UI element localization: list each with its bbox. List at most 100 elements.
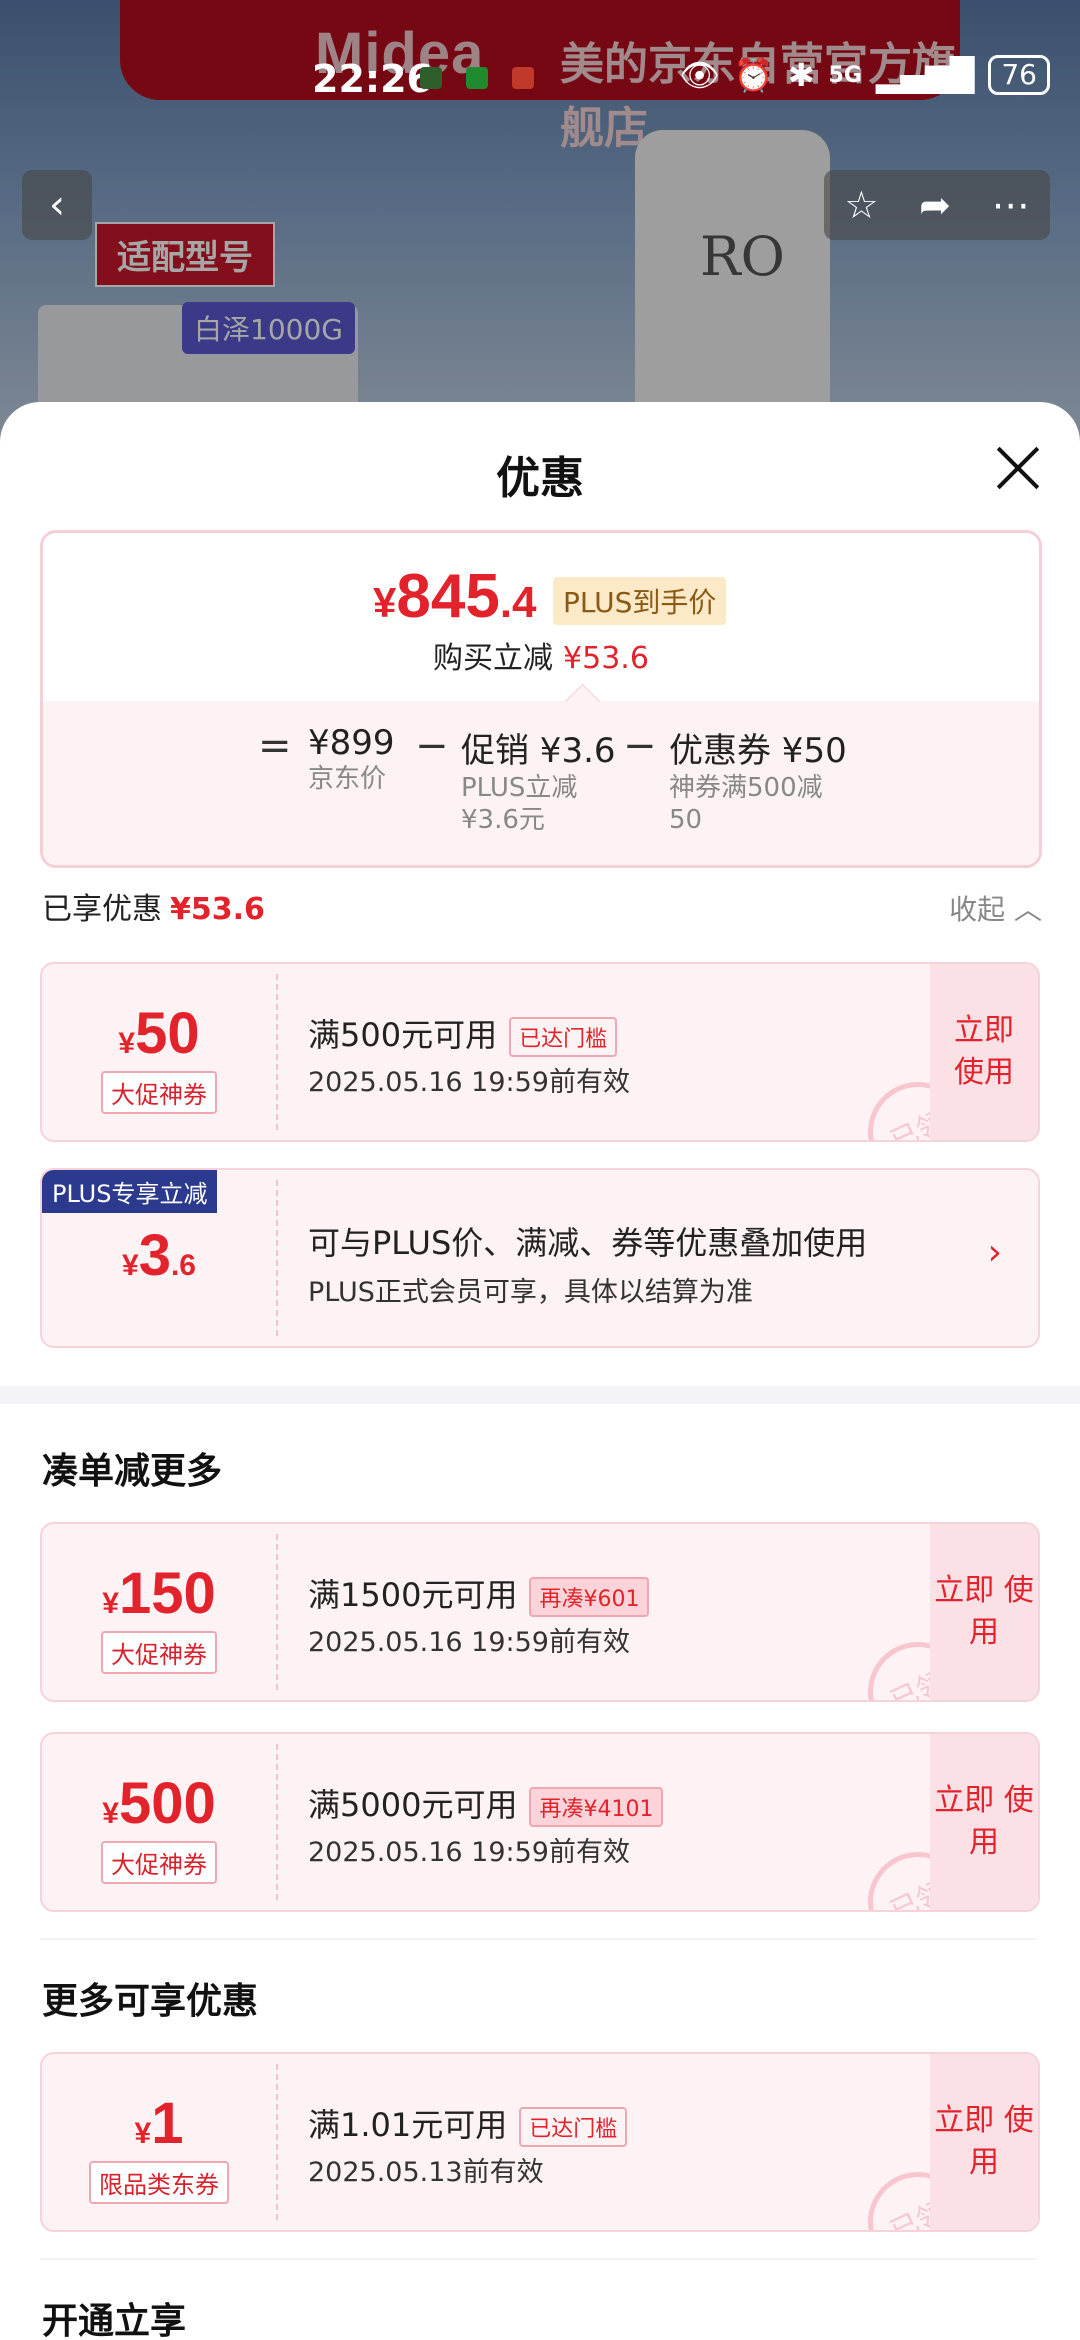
coupon-currency: ¥: [134, 2117, 152, 2150]
minus-sign: −: [415, 723, 449, 769]
coupon-type: 大促神券: [101, 1841, 217, 1884]
chevron-left-icon: ‹: [49, 182, 65, 228]
share-icon[interactable]: ➦: [919, 183, 951, 227]
close-icon[interactable]: [994, 444, 1042, 492]
enjoyed-amount: ¥53.6: [170, 892, 265, 927]
coupon-divider: [276, 1180, 278, 1336]
coupon-divider: [276, 1744, 278, 1900]
promo-value: 促销 ¥3.6: [461, 731, 616, 771]
top-action-group: ☆ ➦ ⋯: [824, 170, 1050, 240]
coupon-type: 大促神券: [101, 1631, 217, 1674]
coupon-currency: ¥: [102, 1797, 119, 1830]
section-title-more: 凑单减更多: [42, 1451, 223, 1492]
bluetooth-icon: ✱: [787, 56, 815, 94]
promo-item: 促销 ¥3.6 PLUS立减 ¥3.6元: [461, 723, 616, 836]
coupon-status-tag: 已达门槛: [519, 2107, 628, 2147]
price-decimal: .4: [499, 578, 537, 627]
coupon-condition: 满500元可用 已达门槛: [308, 1010, 618, 1057]
coupon-card: ¥1 限品类东券 满1.01元可用 已达门槛 2025.05.13前有效 已领 立…: [40, 2052, 1040, 2232]
jd-price-label: 京东价: [308, 764, 387, 794]
coupon-type: 大促神券: [101, 1071, 217, 1114]
status-time: 22:26: [312, 57, 433, 101]
final-price: ¥845.4: [373, 561, 537, 632]
coupon-divider: [276, 974, 278, 1130]
use-now-button[interactable]: 立即 使用: [930, 964, 1038, 1140]
collapse-button[interactable]: 收起 ︿: [949, 888, 1042, 928]
coupon-condition-text: 满1500元可用: [308, 1576, 518, 1614]
price-currency: ¥: [373, 579, 397, 626]
jd-price-item: ¥899 京东价: [308, 723, 395, 795]
eye-icon: 👁: [679, 56, 720, 94]
coupon-condition-text: 满5000元可用: [308, 1786, 518, 1824]
plus-currency: ¥: [122, 1249, 139, 1282]
plus-discount-card[interactable]: PLUS专享立减 ¥3.6 可与PLUS价、满减、券等优惠叠加使用 PLUS正式…: [40, 1168, 1040, 1348]
coupon-card: ¥150 大促神券 满1500元可用 再凑¥601 2025.05.16 19:5…: [40, 1522, 1040, 1702]
plus-amount-area: ¥3.6: [42, 1170, 276, 1346]
coupon-validity: 2025.05.16 19:59前有效: [308, 1067, 630, 1098]
coupon-condition: 满5000元可用 再凑¥4101: [308, 1780, 664, 1827]
chevron-right-icon: ›: [987, 1232, 1002, 1273]
coupon-amount-area: ¥150 大促神券: [42, 1524, 276, 1700]
jd-price-value: ¥899: [308, 723, 395, 763]
coupon-currency: ¥: [118, 1027, 136, 1060]
battery-indicator: 76: [988, 55, 1050, 95]
alarm-icon: ⏰: [733, 56, 774, 94]
coupon-amount: ¥500: [42, 1770, 276, 1837]
plus-integer: 3: [138, 1223, 171, 1288]
use-now-button[interactable]: 立即 使用: [930, 1734, 1038, 1910]
more-icon[interactable]: ⋯: [992, 183, 1030, 227]
coupon-condition-text: 满500元可用: [308, 1016, 498, 1054]
chevron-up-icon: ︿: [1013, 893, 1042, 926]
coupon-validity: 2025.05.16 19:59前有效: [308, 1837, 630, 1868]
coupon-status-tag: 再凑¥4101: [529, 1787, 664, 1827]
coupon-validity: 2025.05.13前有效: [308, 2157, 544, 2188]
coupon-card: ¥50 大促神券 满500元可用 已达门槛 2025.05.16 19:59前有效…: [40, 962, 1040, 1142]
coupon-sub: 神券满500减: [669, 773, 823, 803]
coupon-sub: 50: [669, 805, 703, 835]
plus-amount: ¥3.6: [42, 1222, 276, 1289]
coupon-amount-area: ¥500 大促神券: [42, 1734, 276, 1910]
plus-note: PLUS正式会员可享，具体以结算为准: [308, 1277, 753, 1308]
minus-sign: −: [623, 723, 657, 769]
coupon-value: 优惠券 ¥50: [669, 731, 847, 771]
save-line: 购买立减 ¥53.6: [43, 633, 1039, 677]
coupon-card: ¥500 大促神券 满5000元可用 再凑¥4101 2025.05.16 19:…: [40, 1732, 1040, 1912]
coupon-divider: [276, 2064, 278, 2220]
notification-icon: [512, 67, 534, 89]
coupon-amount-area: ¥1 限品类东券: [42, 2054, 276, 2230]
coupon-status-tag: 再凑¥601: [529, 1577, 650, 1617]
plus-price-tag: PLUS到手价: [553, 577, 727, 625]
notification-icon: [420, 67, 442, 89]
section-divider: [40, 1938, 1036, 1940]
coupon-value: 500: [118, 1771, 216, 1836]
section-title-extra: 更多可享优惠: [42, 1981, 259, 2022]
coupon-divider: [276, 1534, 278, 1690]
coupon-value: 1: [151, 2091, 184, 2156]
back-button[interactable]: ‹: [22, 170, 92, 240]
coupon-currency: ¥: [102, 1587, 119, 1620]
promo-sub: PLUS立减: [461, 773, 578, 803]
coupon-condition-text: 满1.01元可用: [308, 2106, 508, 2144]
star-icon[interactable]: ☆: [844, 183, 878, 227]
status-bar: 22:26 👁 ⏰ ✱ 5G ▂▄▆█ 76: [0, 55, 1080, 105]
use-now-button[interactable]: 立即 使用: [930, 2054, 1038, 2230]
coupon-value: 150: [118, 1561, 216, 1626]
coupon-validity: 2025.05.16 19:59前有效: [308, 1627, 630, 1658]
collapse-label: 收起: [949, 893, 1006, 926]
coupon-amount: ¥50: [42, 1000, 276, 1067]
save-amount: ¥53.6: [563, 641, 649, 676]
enjoyed-label: 已享优惠: [42, 892, 162, 927]
price-summary-card: ¥845.4 PLUS到手价 购买立减 ¥53.6 = ¥899 京东价 − 促销…: [40, 530, 1042, 868]
section-divider: [0, 1386, 1080, 1404]
coupon-status-tag: 已达门槛: [509, 1017, 618, 1057]
notification-icon: [466, 67, 488, 89]
use-now-button[interactable]: 立即 使用: [930, 1524, 1038, 1700]
signal-icon: ▂▄▆█: [875, 56, 975, 94]
coupon-amount-area: ¥50 大促神券: [42, 964, 276, 1140]
coupon-amount: ¥150: [42, 1560, 276, 1627]
promo-sub: ¥3.6元: [461, 805, 545, 835]
enjoyed-discount: 已享优惠 ¥53.6: [42, 884, 265, 928]
coupon-item: 优惠券 ¥50 神券满500减 50: [669, 723, 847, 836]
plus-description: 可与PLUS价、满减、券等优惠叠加使用: [308, 1224, 868, 1262]
coupon-condition: 满1500元可用 再凑¥601: [308, 1570, 650, 1617]
